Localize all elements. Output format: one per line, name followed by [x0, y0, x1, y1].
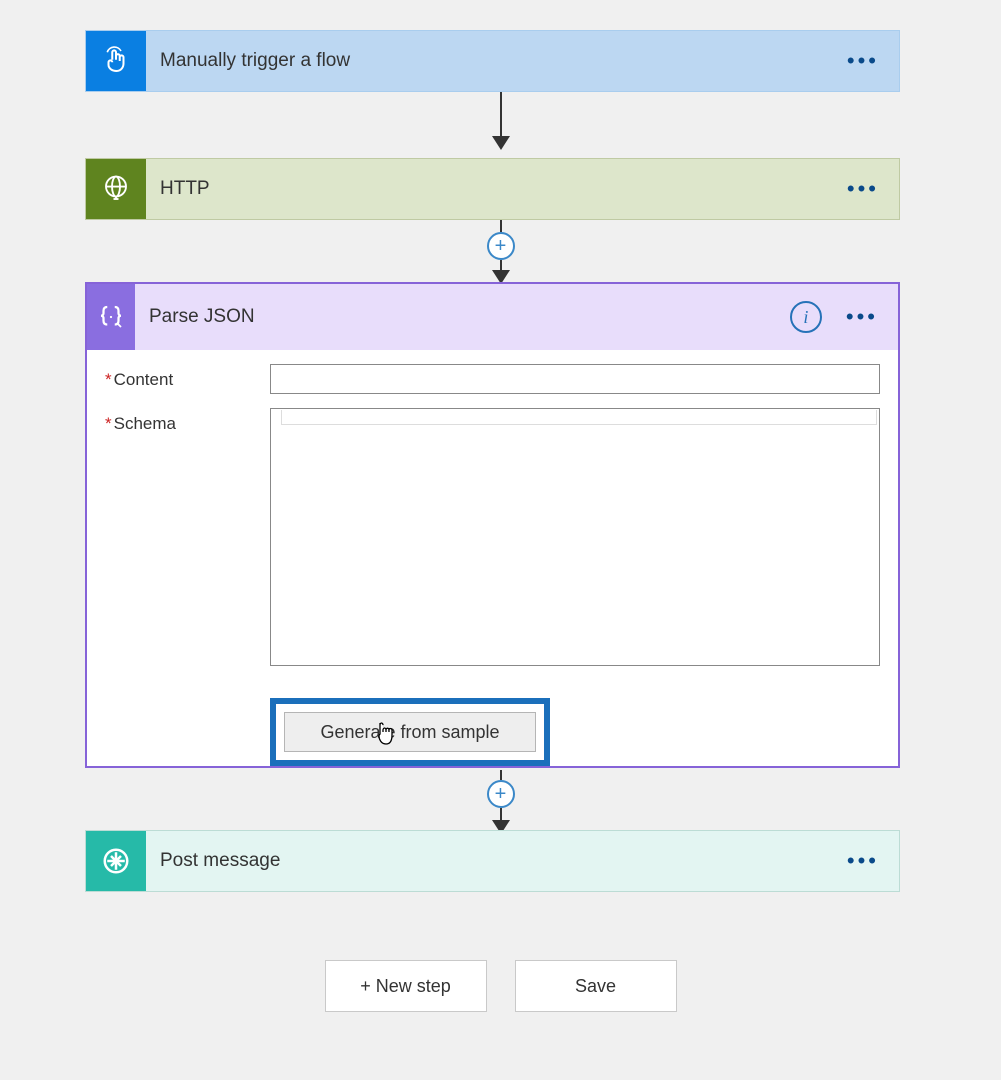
add-step-button[interactable]: +	[487, 780, 515, 808]
step-header[interactable]: Parse JSON i •••	[87, 284, 898, 350]
required-marker: *	[105, 370, 112, 389]
manual-trigger-icon	[86, 31, 146, 91]
required-marker: *	[105, 414, 112, 433]
more-menu-icon[interactable]: •••	[840, 300, 884, 334]
step-body: *Content *Schema	[87, 350, 898, 690]
more-menu-icon[interactable]: •••	[841, 44, 885, 78]
info-icon[interactable]: i	[790, 301, 822, 333]
connector-arrow: +	[487, 220, 515, 284]
step-card-parse-json: Parse JSON i ••• *Content *Schema Genera…	[85, 282, 900, 768]
step-title: Post message	[146, 850, 841, 872]
designer-action-bar: + New step Save	[0, 960, 1001, 1012]
step-header[interactable]: HTTP •••	[86, 159, 899, 219]
step-card-http[interactable]: HTTP •••	[85, 158, 900, 220]
add-step-button[interactable]: +	[487, 232, 515, 260]
post-message-icon	[86, 831, 146, 891]
schema-input[interactable]	[270, 408, 880, 666]
step-header[interactable]: Manually trigger a flow •••	[86, 31, 899, 91]
http-icon	[86, 159, 146, 219]
connector-arrow	[492, 92, 510, 150]
connector-arrow: +	[487, 770, 515, 834]
generate-from-sample-button[interactable]: Generate from sample	[284, 712, 536, 752]
step-card-post-message[interactable]: Post message •••	[85, 830, 900, 892]
field-label-content: *Content	[105, 364, 270, 390]
step-title: HTTP	[146, 178, 841, 200]
field-label-schema: *Schema	[105, 408, 270, 434]
flow-designer-canvas: Manually trigger a flow ••• HTTP •••	[0, 0, 1001, 1080]
new-step-button[interactable]: + New step	[325, 960, 487, 1012]
content-input[interactable]	[270, 364, 880, 394]
field-row-content: *Content	[105, 364, 880, 394]
step-title: Parse JSON	[135, 306, 790, 328]
step-card-manual-trigger[interactable]: Manually trigger a flow •••	[85, 30, 900, 92]
step-header[interactable]: Post message •••	[86, 831, 899, 891]
parse-json-icon	[87, 284, 135, 350]
save-button[interactable]: Save	[515, 960, 677, 1012]
more-menu-icon[interactable]: •••	[841, 172, 885, 206]
step-title: Manually trigger a flow	[146, 50, 841, 72]
generate-from-sample-highlight: Generate from sample	[270, 698, 550, 766]
field-row-schema: *Schema	[105, 408, 880, 666]
more-menu-icon[interactable]: •••	[841, 844, 885, 878]
